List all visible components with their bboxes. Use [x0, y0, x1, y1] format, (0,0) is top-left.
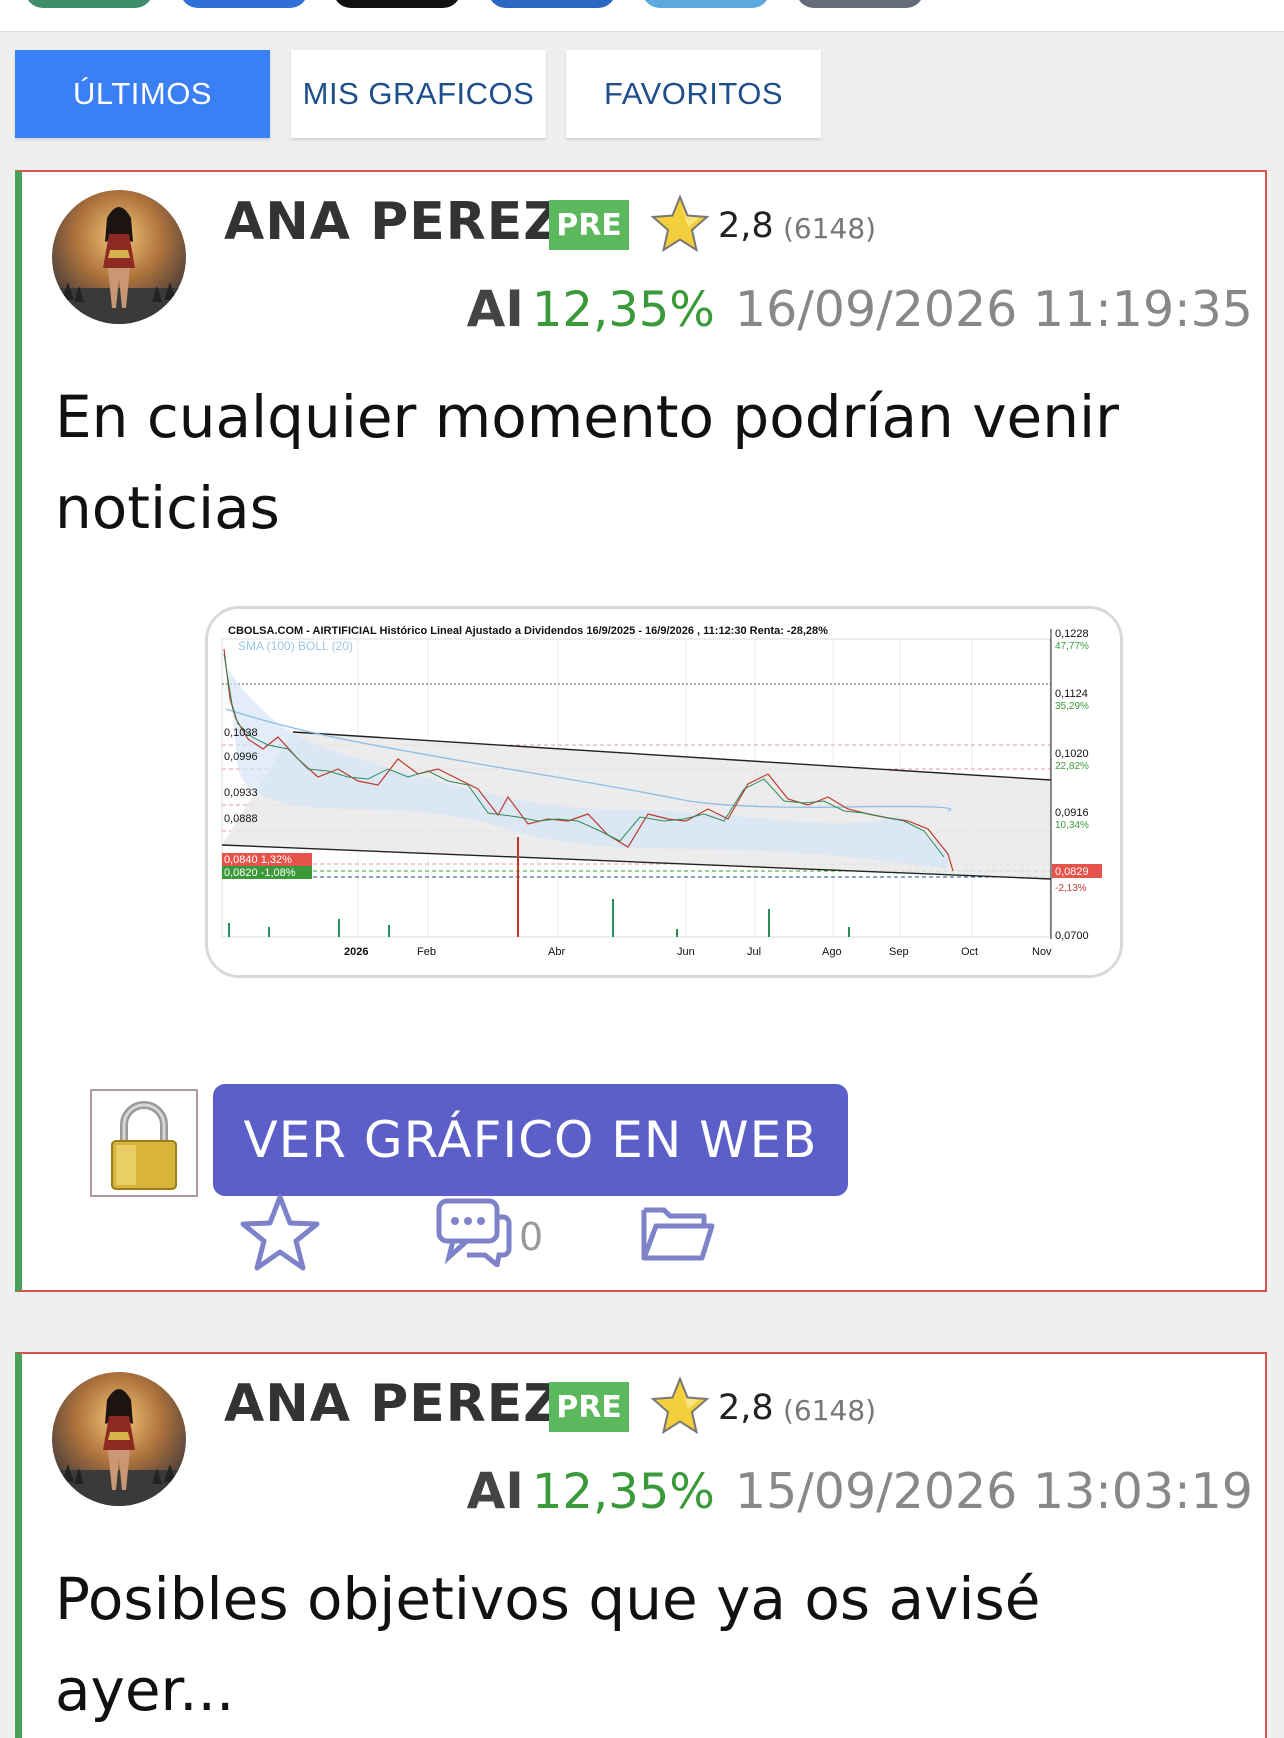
share-facebook-button[interactable] [180, 0, 308, 8]
chart-right-pct: 35,29% [1055, 701, 1089, 712]
chart-x-label: Oct [961, 946, 978, 958]
author-name[interactable]: ANA PEREZ [224, 1374, 562, 1434]
chart-legend: SMA (100) BOLL (20) [238, 639, 353, 653]
folder-icon[interactable] [640, 1200, 716, 1264]
premium-badge: PRE [549, 1382, 629, 1432]
chart-right-pct: 10,34% [1055, 820, 1089, 831]
chart-x-label: Jun [677, 946, 695, 958]
star-icon [650, 1376, 710, 1436]
rating-value: 2,8 [718, 206, 774, 246]
chart-left-label: 0,0888 [224, 813, 258, 825]
share-x-button[interactable] [333, 0, 461, 8]
chart-thumbnail[interactable]: CBOLSA.COM - AIRTIFICIAL Histórico Linea… [205, 606, 1123, 978]
premium-badge: PRE [549, 200, 629, 250]
ticker-percent: 12,35% [531, 1464, 715, 1520]
ticker-label[interactable]: AI [467, 280, 524, 338]
chart-x-label: Abr [548, 946, 565, 958]
chart-right-price: 0,1228 [1055, 628, 1089, 640]
rating-votes: (6148) [783, 212, 877, 245]
chart-x-label: Jul [747, 946, 761, 958]
lock-icon[interactable] [90, 1089, 198, 1197]
chart-right-price: 0,0829 [1055, 866, 1089, 878]
post-card: ANA PEREZ PRE 2,8 (6148) AI 12,35% 16/09… [15, 170, 1267, 1292]
ticker-label[interactable]: AI [467, 1462, 524, 1520]
share-email-button[interactable] [796, 0, 924, 8]
post-text: Posibles objetivos que ya os avisé ayer.… [55, 1565, 1041, 1724]
ticker-percent: 12,35% [531, 282, 715, 338]
chart-x-label: Sep [889, 946, 909, 958]
share-whatsapp-button[interactable] [25, 0, 153, 8]
chart-left-label: 0,0996 [224, 751, 258, 763]
chart-left-label: 0,0933 [224, 787, 258, 799]
chart-left-label: 0,1038 [224, 727, 258, 739]
avatar[interactable] [52, 190, 186, 324]
chart-right-price: 0,0916 [1055, 807, 1089, 819]
rating-value: 2,8 [718, 1388, 774, 1428]
performance-line: AI 12,35% 16/09/2026 11:19:35 [467, 280, 1253, 338]
share-linkedin-button[interactable] [488, 0, 616, 8]
chart-right-pct: 22,82% [1055, 761, 1089, 772]
share-telegram-button[interactable] [642, 0, 770, 8]
tab-ultimos[interactable]: ÚLTIMOS [15, 50, 270, 138]
chart-right-pct: 47,77% [1055, 641, 1089, 652]
chart-right-price: 0,0700 [1055, 930, 1089, 942]
star-outline-icon[interactable] [239, 1192, 321, 1274]
author-name[interactable]: ANA PEREZ [224, 192, 562, 252]
view-chart-web-button[interactable]: VER GRÁFICO EN WEB [213, 1084, 848, 1196]
avatar[interactable] [52, 1372, 186, 1506]
comment-count: 0 [519, 1215, 544, 1259]
chart-left-label: 0,0820 -1,08% [224, 867, 296, 879]
chart-x-label: 2026 [344, 946, 368, 958]
rating-votes: (6148) [783, 1394, 877, 1427]
chart-x-label: Feb [417, 946, 436, 958]
tab-mis-graficos[interactable]: MIS GRAFICOS [291, 50, 546, 138]
chart-header: CBOLSA.COM - AIRTIFICIAL Histórico Linea… [228, 625, 828, 637]
post-text: En cualquier momento podrían venir notic… [55, 383, 1119, 542]
performance-line: AI 12,35% 15/09/2026 13:03:19 [467, 1462, 1253, 1520]
post-card: ANA PEREZ PRE 2,8 (6148) AI 12,35% 15/09… [15, 1352, 1267, 1738]
chart-right-price: 0,1124 [1055, 688, 1088, 700]
chart-x-label: Ago [822, 946, 842, 958]
comment-bubble-icon[interactable] [435, 1197, 513, 1270]
chart-x-label: Nov [1032, 946, 1052, 958]
share-bar [0, 0, 1284, 32]
chart-right-price: 0,1020 [1055, 748, 1089, 760]
chart-right-pct: -2,13% [1055, 883, 1087, 894]
post-date: 15/09/2026 13:03:19 [734, 1463, 1253, 1520]
post-date: 16/09/2026 11:19:35 [734, 281, 1253, 338]
tab-favoritos[interactable]: FAVORITOS [566, 50, 821, 138]
star-icon [650, 194, 710, 254]
chart-left-label: 0,0840 1,32% [224, 854, 292, 866]
